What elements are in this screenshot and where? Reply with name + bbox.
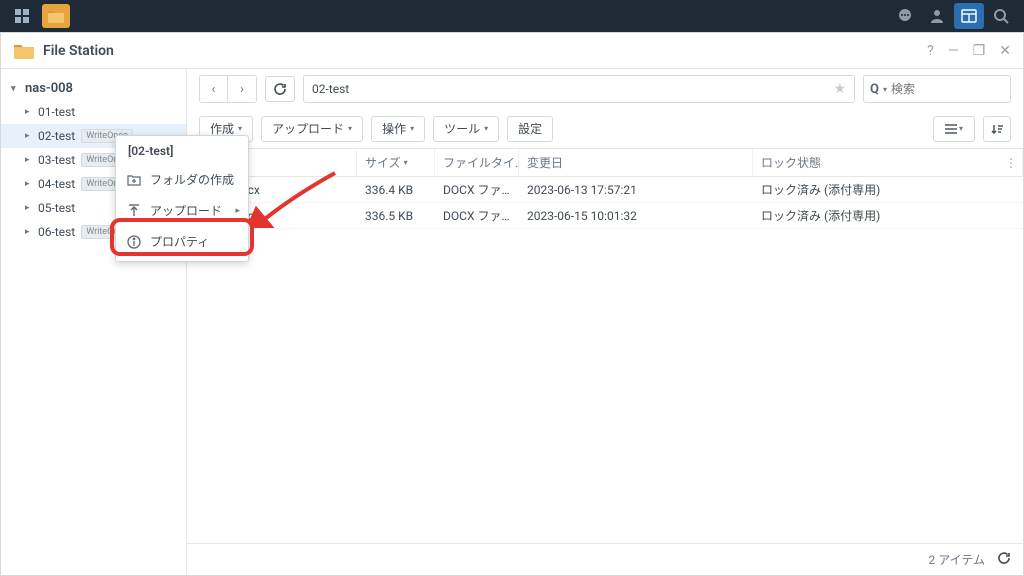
ctx-upload[interactable]: アップロード ▸: [116, 195, 248, 226]
help-icon[interactable]: ?: [927, 43, 934, 59]
search-system-icon[interactable]: [986, 3, 1016, 29]
search-input[interactable]: [891, 82, 1024, 96]
tree-item-label: 01-test: [38, 105, 75, 119]
col-date[interactable]: 変更日: [519, 149, 753, 176]
ctx-upload-label: アップロード: [150, 202, 222, 219]
status-refresh-icon[interactable]: [997, 551, 1011, 568]
tree-root-label: nas-008: [25, 81, 73, 96]
upload-button[interactable]: アップロード▾: [261, 116, 363, 142]
sort-button[interactable]: [983, 116, 1011, 142]
tree-item[interactable]: ▸ 01-test: [1, 100, 186, 124]
table-row[interactable]: W-01.docx336.4 KBDOCX ファ…2023-06-13 17:5…: [187, 177, 1023, 203]
file-type: DOCX ファ…: [435, 181, 519, 198]
file-date: 2023-06-15 10:01:32: [519, 209, 753, 223]
minimize-icon[interactable]: —: [948, 43, 959, 59]
file-station-taskbar-icon[interactable]: [42, 4, 70, 28]
col-size[interactable]: サイズ▾: [357, 149, 435, 176]
file-lock-status: ロック済み (添付専用): [753, 181, 1023, 198]
item-count: 2 アイテム: [928, 551, 985, 568]
path-input[interactable]: [312, 82, 827, 96]
ctx-property[interactable]: プロパティ: [116, 226, 248, 257]
file-size: 336.5 KB: [357, 209, 435, 223]
info-icon: [126, 234, 142, 250]
titlebar: File Station ? — ❐ ✕: [1, 33, 1023, 69]
settings-button[interactable]: 設定: [507, 116, 553, 142]
app-folder-icon: [13, 42, 35, 60]
main-panel: ‹ › ★ Q▾ 作成▾ アップロード▾ 操作▾ ツー: [187, 69, 1023, 575]
table-header: サイズ▾ ファイルタイ… 変更日 ロック状態 ⋮: [187, 149, 1023, 177]
system-top-bar: [0, 0, 1024, 32]
context-menu-title: [02-test]: [116, 136, 248, 164]
path-toolbar: ‹ › ★ Q▾: [187, 69, 1023, 109]
col-lock[interactable]: ロック状態: [753, 149, 1023, 176]
action-button[interactable]: 操作▾: [371, 116, 425, 142]
search-icon: Q: [870, 82, 879, 97]
window-title: File Station: [43, 43, 927, 59]
caret-right-icon: ▸: [25, 107, 34, 117]
favorite-star-icon[interactable]: ★: [827, 81, 846, 97]
tool-button[interactable]: ツール▾: [433, 116, 499, 142]
tree-root[interactable]: ▾ nas-008: [1, 77, 186, 100]
file-date: 2023-06-13 17:57:21: [519, 183, 753, 197]
ctx-create-folder[interactable]: フォルダの作成: [116, 164, 248, 195]
nav-forward-button[interactable]: ›: [228, 76, 256, 102]
widgets-icon[interactable]: [954, 3, 984, 29]
col-type[interactable]: ファイルタイ…: [435, 149, 519, 176]
status-bar: 2 アイテム: [187, 543, 1023, 575]
path-input-box[interactable]: ★: [303, 75, 855, 103]
file-lock-status: ロック済み (添付専用): [753, 207, 1023, 224]
upload-icon: [126, 203, 142, 219]
file-size: 336.4 KB: [357, 183, 435, 197]
caret-right-icon: ▸: [25, 179, 34, 189]
column-options-icon[interactable]: ⋮: [1005, 156, 1017, 170]
user-icon[interactable]: [922, 3, 952, 29]
caret-right-icon: ▸: [25, 227, 34, 237]
file-station-window: File Station ? — ❐ ✕ ▾ nas-008 ▸01-test▸…: [0, 32, 1024, 576]
table-row[interactable]: W-02.docx336.5 KBDOCX ファ…2023-06-15 10:0…: [187, 203, 1023, 229]
action-toolbar: 作成▾ アップロード▾ 操作▾ ツール▾ 設定 ▾: [187, 109, 1023, 149]
caret-right-icon: ▸: [25, 155, 34, 165]
close-icon[interactable]: ✕: [999, 43, 1011, 59]
tree-item-label: 03-test: [38, 153, 75, 167]
tree-item-label: 04-test: [38, 177, 75, 191]
tree-item-label: 06-test: [38, 225, 75, 239]
nav-back-button[interactable]: ‹: [200, 76, 228, 102]
caret-right-icon: ▸: [25, 131, 34, 141]
create-folder-icon: [126, 172, 142, 188]
ctx-create-folder-label: フォルダの作成: [150, 171, 234, 188]
caret-right-icon: ▸: [25, 203, 34, 213]
maximize-icon[interactable]: ❐: [973, 43, 986, 59]
refresh-button[interactable]: [265, 76, 295, 102]
tree-item-label: 02-test: [38, 129, 75, 143]
ctx-property-label: プロパティ: [150, 233, 209, 250]
view-mode-button[interactable]: ▾: [933, 116, 975, 142]
submenu-arrow-icon: ▸: [235, 206, 240, 216]
chat-icon[interactable]: [890, 3, 920, 29]
context-menu: [02-test] フォルダの作成 アップロード ▸ プロパティ: [115, 135, 249, 262]
apps-grid-icon[interactable]: [8, 4, 36, 28]
file-type: DOCX ファ…: [435, 207, 519, 224]
tree-item-label: 05-test: [38, 201, 75, 215]
search-box[interactable]: Q▾: [863, 75, 1011, 103]
chevron-down-icon: ▾: [883, 85, 887, 94]
file-rows: W-01.docx336.4 KBDOCX ファ…2023-06-13 17:5…: [187, 177, 1023, 543]
caret-down-icon: ▾: [11, 84, 21, 94]
